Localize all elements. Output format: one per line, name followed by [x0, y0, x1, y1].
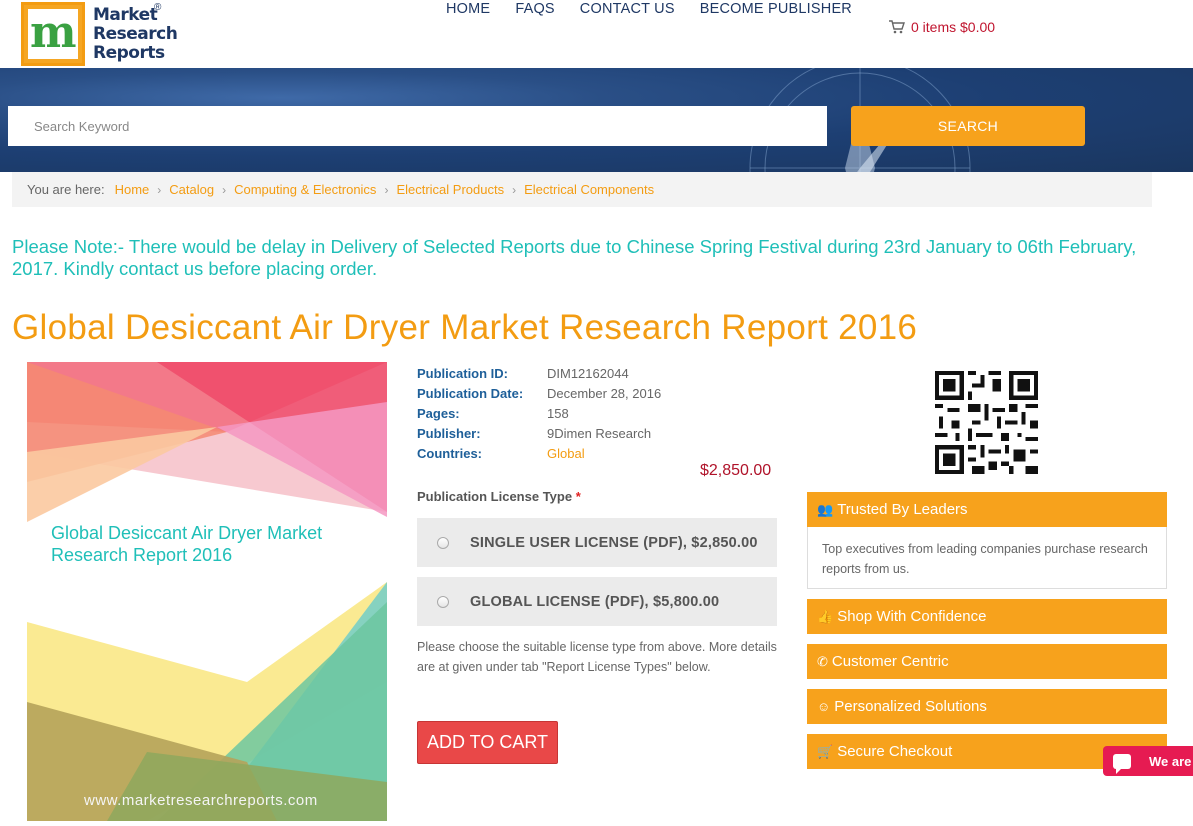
detail-row-pages: Pages: 158	[417, 405, 569, 421]
logo-mark: m	[21, 2, 85, 66]
chevron-right-icon: ›	[157, 182, 162, 197]
nav-contact-us[interactable]: CONTACT US	[580, 1, 675, 17]
customer-centric-box[interactable]: ✆ Customer Centric	[807, 644, 1167, 679]
logo-text: Market Research Reports	[93, 5, 178, 63]
detail-row-publication-id: Publication ID: DIM12162044	[417, 365, 629, 381]
personalized-solutions-box[interactable]: ☺ Personalized Solutions	[807, 689, 1167, 724]
detail-row-countries: Countries: Global	[417, 445, 585, 461]
trusted-by-leaders-header: 👥 Trusted By Leaders	[807, 492, 1167, 527]
cart-summary: 0 items $0.00	[911, 19, 996, 35]
license-note: Please choose the suitable license type …	[417, 640, 777, 674]
breadcrumb-catalog[interactable]: Catalog	[169, 182, 214, 197]
registered-mark: ®	[154, 2, 162, 13]
delivery-notice: Please Note:- There would be delay in De…	[12, 236, 1137, 279]
cart-link[interactable]: 0 items $0.00	[889, 19, 995, 35]
license-option-single-user[interactable]: SINGLE USER LICENSE (PDF), $2,850.00	[417, 518, 777, 567]
detail-row-publisher: Publisher: 9Dimen Research	[417, 425, 652, 441]
chat-widget[interactable]: We are	[1103, 746, 1193, 776]
license-option-global[interactable]: GLOBAL LICENSE (PDF), $5,800.00	[417, 577, 777, 626]
license-type-label: Publication License Type *	[417, 489, 581, 504]
trusted-by-leaders-body: Top executives from leading companies pu…	[807, 527, 1167, 589]
cover-title: Global Desiccant Air Dryer Market Resear…	[51, 523, 323, 565]
shop-with-confidence-box[interactable]: 👍 Shop With Confidence	[807, 599, 1167, 634]
detail-row-publication-date: Publication Date: December 28, 2016	[417, 385, 662, 401]
breadcrumb-computing-electronics[interactable]: Computing & Electronics	[234, 182, 376, 197]
search-banner: SEARCH	[0, 68, 1193, 172]
smile-icon: ☺	[817, 699, 831, 714]
license-radio-single-user[interactable]	[437, 536, 449, 549]
chevron-right-icon: ›	[222, 182, 227, 197]
chevron-right-icon: ›	[384, 182, 389, 197]
qr-code-icon	[935, 371, 1038, 474]
search-input[interactable]	[8, 106, 827, 146]
report-cover-image: Global Desiccant Air Dryer Market Resear…	[27, 362, 387, 821]
cover-art	[27, 362, 387, 821]
chat-icon	[1113, 753, 1131, 774]
page-title: Global Desiccant Air Dryer Market Resear…	[12, 308, 918, 347]
top-nav: HOME FAQS CONTACT US BECOME PUBLISHER	[446, 1, 877, 17]
breadcrumb-prefix: You are here:	[27, 182, 105, 197]
add-to-cart-button[interactable]: ADD TO CART	[417, 721, 558, 764]
cover-url: www.marketresearchreports.com	[84, 792, 318, 809]
users-icon: 👥	[817, 501, 834, 517]
breadcrumb: You are here: Home › Catalog › Computing…	[12, 172, 1152, 207]
breadcrumb-home[interactable]: Home	[115, 182, 150, 197]
site-logo[interactable]: m Market Research Reports ®	[21, 2, 178, 66]
publication-details: Publication ID: DIM12162044 Publication …	[417, 363, 661, 463]
search-button[interactable]: SEARCH	[851, 106, 1085, 146]
breadcrumb-electrical-products[interactable]: Electrical Products	[396, 182, 504, 197]
cart-icon	[889, 20, 905, 34]
nav-become-publisher[interactable]: BECOME PUBLISHER	[700, 1, 852, 17]
nav-home[interactable]: HOME	[446, 1, 490, 17]
license-radio-global[interactable]	[437, 595, 449, 608]
phone-icon: ✆	[817, 653, 828, 669]
cart-icon: 🛒	[817, 743, 834, 759]
countries-link[interactable]: Global	[547, 446, 585, 461]
nav-faqs[interactable]: FAQS	[515, 1, 554, 17]
chevron-right-icon: ›	[512, 182, 517, 197]
report-price: $2,850.00	[700, 462, 772, 479]
required-asterisk: *	[575, 489, 581, 504]
thumbs-up-icon: 👍	[817, 608, 834, 624]
breadcrumb-electrical-components[interactable]: Electrical Components	[524, 182, 654, 197]
